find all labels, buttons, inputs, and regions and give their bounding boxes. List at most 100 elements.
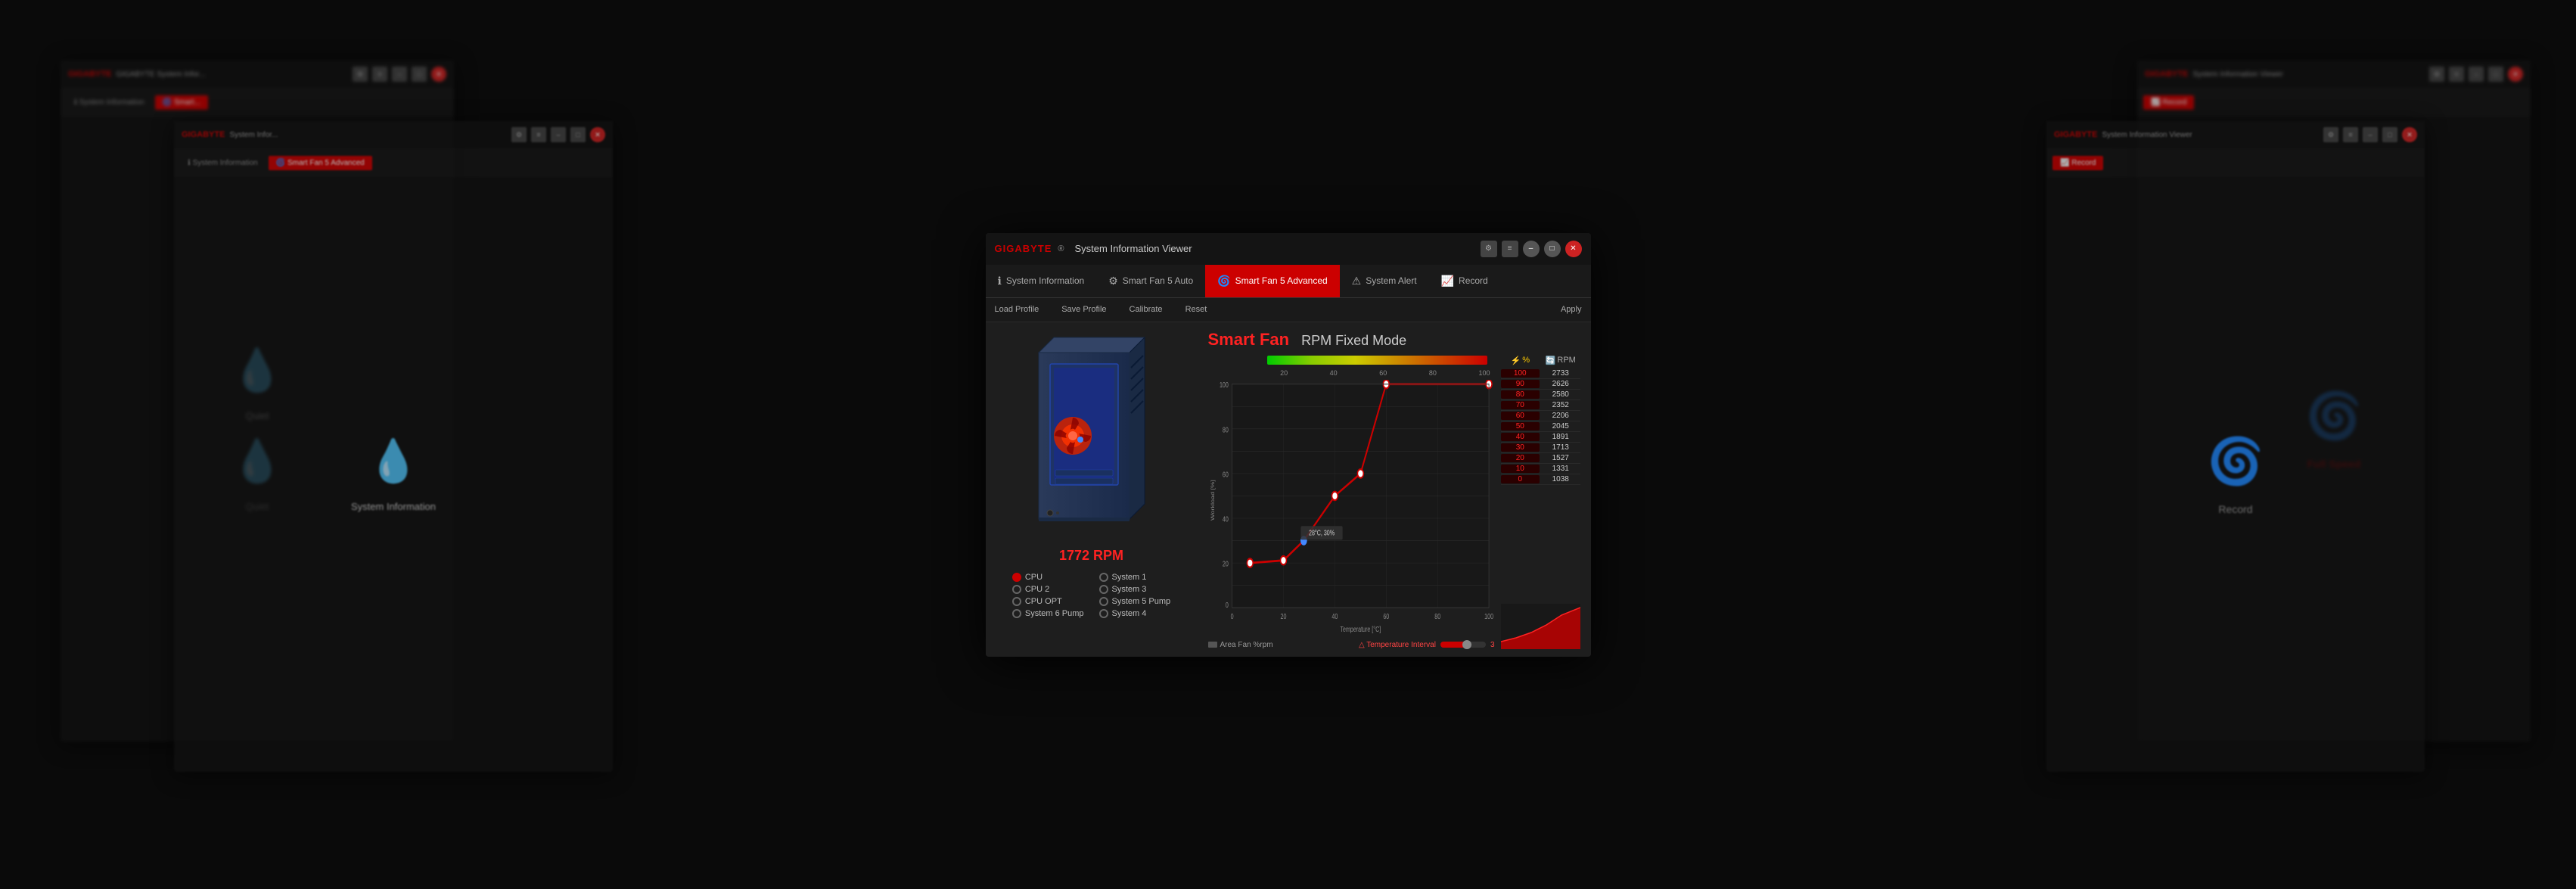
graph-wrapper[interactable]: 100 80 60 40 20 0 0 20 40 60 80 — [1208, 380, 1495, 638]
radio-cpu — [1012, 573, 1021, 582]
bgr2-content: 🌀 Record — [2046, 177, 2425, 772]
bg2-max-btn: □ — [570, 127, 586, 142]
rpm-pct-header[interactable]: ⚡ % — [1501, 356, 1540, 365]
bg2-close-btn: ✕ — [590, 127, 605, 142]
bg2-nav: ℹ System Information 🌀 Smart Fan 5 Advan… — [174, 148, 613, 177]
menu-btn[interactable]: ≡ — [1502, 241, 1518, 257]
rpm-pct-cell: 60 — [1501, 412, 1540, 420]
bg2-min-btn: – — [551, 127, 566, 142]
bgr-brand: GIGABYTE — [2145, 70, 2188, 79]
rpm-val-cell: 1713 — [1541, 443, 1580, 452]
rpm-rpm-header[interactable]: 🔄 RPM — [1541, 356, 1580, 365]
svg-text:80: 80 — [1434, 611, 1440, 620]
chart-container: 20 40 60 80 100 — [1208, 356, 1580, 649]
svg-text:80: 80 — [1222, 425, 1228, 434]
temp-60: 60 — [1379, 369, 1387, 377]
temp-80: 80 — [1429, 369, 1437, 377]
fan-source-cpu2[interactable]: CPU 2 — [1012, 585, 1084, 594]
radio-sys4 — [1099, 609, 1108, 618]
rpm-table-row: 0 1038 — [1501, 474, 1580, 485]
app-title: System Information Viewer — [1075, 243, 1192, 254]
bgr2-icon: 🌀 — [2208, 434, 2264, 488]
bgr-close-btn: ✕ — [2508, 67, 2523, 82]
rpm-val-cell: 2352 — [1541, 401, 1580, 409]
temp-40: 40 — [1330, 369, 1338, 377]
temp-100: 100 — [1478, 369, 1490, 377]
bg2-tab-smart: 🌀 Smart Fan 5 Advanced — [269, 156, 372, 170]
fan-source-sys3[interactable]: System 3 — [1099, 585, 1171, 594]
fan-source-sys4[interactable]: System 4 — [1099, 609, 1171, 618]
rpm-table-row: 100 2733 — [1501, 368, 1580, 379]
interval-slider[interactable] — [1440, 642, 1486, 648]
chart-mode: RPM Fixed Mode — [1301, 333, 1406, 349]
fan-sources: CPU System 1 CPU 2 System 3 CPU OPT — [1012, 573, 1170, 618]
bgr-max-btn: □ — [2488, 67, 2503, 82]
bg2-settings-icon: ⚙ — [511, 127, 527, 142]
bg-brand: GIGABYTE — [68, 70, 111, 79]
tab-record[interactable]: 📈 Record — [1429, 265, 1500, 297]
main-window: GIGABYTE ® System Information Viewer ⚙ ≡… — [986, 233, 1591, 657]
rpm-pct-cell: 40 — [1501, 433, 1540, 441]
bg2-brand: GIGABYTE — [182, 130, 225, 139]
nav-tabs: ℹ System Information ⚙ Smart Fan 5 Auto … — [986, 265, 1591, 298]
minimize-btn[interactable]: – — [1523, 241, 1540, 257]
apply-btn[interactable]: Apply — [1561, 305, 1582, 314]
svg-text:100: 100 — [1484, 611, 1493, 620]
svg-text:40: 40 — [1332, 611, 1338, 620]
content-area: 1772 RPM CPU System 1 CPU 2 System 3 — [986, 322, 1591, 657]
bg-close-btn: ✕ — [431, 67, 446, 82]
fan-source-cpuopt[interactable]: CPU OPT — [1012, 597, 1084, 606]
tab-system-alert[interactable]: ⚠ System Alert — [1340, 265, 1429, 297]
rpm-table-row: 30 1713 — [1501, 443, 1580, 453]
bgr-min-btn: – — [2469, 67, 2484, 82]
rpm-pct-cell: 50 — [1501, 422, 1540, 431]
calibrate-btn[interactable]: Calibrate — [1130, 305, 1163, 314]
slider-thumb — [1462, 640, 1471, 649]
fan-source-cpu[interactable]: CPU — [1012, 573, 1084, 582]
save-profile-btn[interactable]: Save Profile — [1061, 305, 1106, 314]
fan-source-sys6pump[interactable]: System 6 Pump — [1012, 609, 1084, 618]
bg2-menu-icon: ≡ — [531, 127, 546, 142]
rpm-val-cell: 2206 — [1541, 412, 1580, 420]
fan-source-sys5pump[interactable]: System 5 Pump — [1099, 597, 1171, 606]
system-info-icon: ℹ — [998, 275, 1002, 288]
svg-text:40: 40 — [1222, 514, 1228, 524]
tab-smart-fan-auto-label: Smart Fan 5 Auto — [1123, 275, 1193, 286]
tab-smart-fan-advanced[interactable]: 🌀 Smart Fan 5 Advanced — [1205, 265, 1340, 297]
bg2-content: 💧 System Information — [174, 177, 613, 772]
tab-system-info[interactable]: ℹ System Information — [986, 265, 1097, 297]
smart-fan-auto-icon: ⚙ — [1108, 275, 1118, 288]
reset-btn[interactable]: Reset — [1185, 305, 1207, 314]
fan-source-sys1[interactable]: System 1 — [1099, 573, 1171, 582]
mini-chart-svg — [1501, 604, 1580, 649]
bg2-label: System Information — [351, 501, 436, 512]
bgr2-label: Record — [2218, 503, 2252, 515]
svg-text:60: 60 — [1222, 470, 1228, 479]
rpm-val-cell: 1331 — [1541, 465, 1580, 473]
rpm-pct-cell: 20 — [1501, 454, 1540, 462]
settings-btn[interactable]: ⚙ — [1481, 241, 1497, 257]
legend-area-fan: Area Fan %rpm — [1208, 641, 1273, 649]
chart-area: 20 40 60 80 100 — [1208, 356, 1495, 649]
left-panel: 1772 RPM CPU System 1 CPU 2 System 3 — [986, 322, 1198, 657]
rpm-header-label: RPM — [1557, 356, 1575, 365]
chart-title-smart: Smart Fan — [1208, 330, 1290, 350]
fan-source-sys6pump-label: System 6 Pump — [1025, 609, 1084, 618]
bg2-title: System Infor... — [229, 131, 278, 139]
chart-footer: Area Fan %rpm △ Temperature Interval 3 — [1208, 641, 1495, 649]
maximize-btn[interactable]: □ — [1544, 241, 1561, 257]
svg-text:100: 100 — [1219, 380, 1228, 389]
load-profile-btn[interactable]: Load Profile — [995, 305, 1039, 314]
tab-smart-fan-auto[interactable]: ⚙ Smart Fan 5 Auto — [1096, 265, 1205, 297]
bg-max-btn: □ — [412, 67, 427, 82]
pct-header-label: % — [1522, 356, 1530, 365]
rpm-pct-cell: 90 — [1501, 380, 1540, 388]
svg-text:28°C, 30%: 28°C, 30% — [1309, 528, 1335, 537]
fan-curve-chart[interactable]: 100 80 60 40 20 0 0 20 40 60 80 — [1208, 380, 1495, 638]
close-btn[interactable]: ✕ — [1565, 241, 1582, 257]
temp-interval: △ Temperature Interval 3 — [1359, 641, 1495, 649]
svg-text:0: 0 — [1225, 600, 1228, 609]
rpm-table-row: 50 2045 — [1501, 421, 1580, 432]
bg-tab-sysinfo: ℹ System Information — [67, 95, 152, 110]
rpm-table-header: ⚡ % 🔄 RPM — [1501, 356, 1580, 365]
